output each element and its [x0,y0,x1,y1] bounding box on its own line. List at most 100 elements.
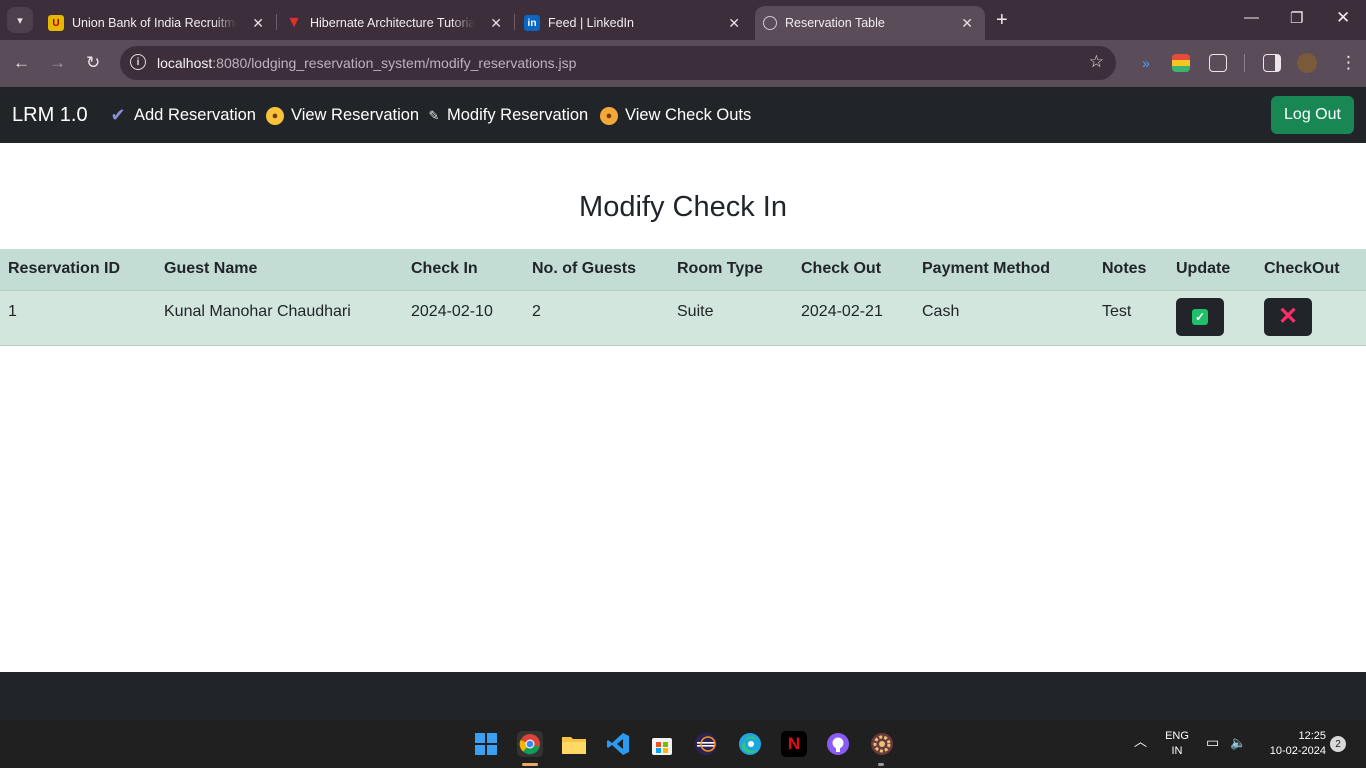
shushing-face-icon: ● [600,106,618,125]
extension-icon[interactable]: » [1137,54,1155,72]
nav-label: View Reservation [291,106,420,124]
toolbar-divider [1244,54,1245,72]
side-panel-icon[interactable] [1263,54,1281,72]
tab-title: Union Bank of India Recruitmen [72,16,237,30]
address-bar[interactable]: i localhost:8080/lodging_reservation_sys… [120,46,1116,80]
cell-guests: 2 [524,290,669,346]
new-tab-icon[interactable]: + [996,9,1008,32]
page-footer [0,672,1366,720]
browser-tab-linkedin[interactable]: in Feed | LinkedIn ✕ [524,6,752,40]
nav-add-reservation[interactable]: ✔ Add Reservation [109,105,256,125]
netflix-icon[interactable]: N [781,731,807,757]
tab-divider [276,14,277,30]
eclipse-icon[interactable] [693,731,719,757]
hibernate-favicon-icon: ▼ [286,14,302,31]
checkout-button[interactable]: ✕ [1264,297,1312,336]
color-extension-icon[interactable] [1172,54,1190,72]
browser-toolbar: ← → ↻ i localhost:8080/lodging_reservati… [0,40,1366,87]
cell-check-in: 2024-02-10 [403,290,524,346]
brand-logo[interactable]: LRM 1.0 [12,104,88,127]
close-tab-icon[interactable]: ✕ [252,15,264,32]
close-tab-icon[interactable]: ✕ [728,15,740,32]
cell-checkout: ✕ [1256,290,1366,346]
nav-label: View Check Outs [625,106,752,124]
forward-icon[interactable]: → [49,53,66,73]
github-icon[interactable] [825,731,851,757]
close-tab-icon[interactable]: ✕ [490,15,502,32]
clock-date: 10-02-2024 [1269,745,1326,757]
page-title: Modify Check In [579,191,787,223]
cell-guest-name: Kunal Manohar Chaudhari [156,290,403,346]
linkedin-favicon-icon: in [524,15,540,31]
browser-tab-reservation-table[interactable]: Reservation Table ✕ [755,6,985,40]
union-bank-favicon-icon: U [48,15,64,31]
nav-view-check-outs[interactable]: ● View Check Outs [600,106,751,125]
table-header-row: Reservation ID Guest Name Check In No. o… [0,249,1366,291]
file-explorer-icon[interactable] [561,731,587,757]
clock-time: 12:25 [1298,730,1326,742]
active-app-indicator [522,763,538,766]
table-row: 1 Kunal Manohar Chaudhari 2024-02-10 2 S… [0,290,1366,346]
tab-search-icon[interactable]: ▾ [7,7,33,33]
browser-menu-icon[interactable]: ⋮ [1340,53,1357,73]
browser-tab-hibernate[interactable]: ▼ Hibernate Architecture Tutorial ✕ [286,6,514,40]
edge-icon[interactable] [737,731,763,757]
profile-avatar[interactable] [1297,53,1317,73]
close-window-icon[interactable]: ✕ [1336,8,1350,28]
column-header: No. of Guests [524,249,669,291]
browser-tab-strip: ▾ U Union Bank of India Recruitmen ✕ ▼ H… [0,0,1366,40]
vscode-icon[interactable] [605,731,631,757]
cell-room-type: Suite [669,290,793,346]
app-navbar: LRM 1.0 ✔ Add Reservation ● View Reserva… [0,87,1366,143]
update-button[interactable]: ✓ [1176,297,1224,336]
open-app-indicator [878,763,884,766]
column-header: Check In [403,249,524,291]
logout-button[interactable]: Log Out [1271,96,1354,134]
cell-payment-method: Cash [914,290,1094,346]
reload-icon[interactable]: ↻ [86,53,100,73]
cell-notes: Test [1094,290,1168,346]
cell-reservation-id: 1 [0,290,156,346]
restore-icon[interactable]: ❐ [1290,9,1303,27]
nav-view-reservation[interactable]: ● View Reservation [266,106,419,125]
cross-mark-icon: ✕ [1277,302,1299,330]
tab-divider [514,14,515,30]
back-icon[interactable]: ← [13,53,30,73]
url-host: localhost [157,55,213,71]
tab-title: Feed | LinkedIn [548,16,634,30]
astonished-face-icon: ● [266,106,284,125]
check-box-icon: ✓ [1192,308,1208,325]
nav-label: Add Reservation [134,106,256,124]
browser-tab-union-bank[interactable]: U Union Bank of India Recruitmen ✕ [48,6,276,40]
extensions-puzzle-icon[interactable] [1209,54,1227,72]
column-header: Payment Method [914,249,1094,291]
cell-check-out: 2024-02-21 [793,290,914,346]
column-header: CheckOut [1256,249,1366,291]
windows-start-icon[interactable] [473,731,499,757]
minimize-icon[interactable]: — [1244,9,1259,26]
chrome-taskbar-icon[interactable] [517,731,543,757]
column-header: Reservation ID [0,249,156,291]
pencil-icon: ✎ [428,107,440,123]
close-tab-icon[interactable]: ✕ [961,15,973,32]
nav-modify-reservation[interactable]: ✎ Modify Reservation [427,106,589,125]
clock[interactable]: 12:25 10-02-2024 [1258,729,1326,759]
globe-favicon-icon [763,16,777,30]
tab-title: Reservation Table [785,16,885,30]
region-code: IN [1171,745,1183,757]
windows-taskbar: N ︿ ENG IN ▭ 🔈 12:25 10-02-2024 [0,720,1366,768]
site-info-icon[interactable]: i [130,54,146,70]
language-indicator[interactable]: ENG IN [1164,729,1190,759]
notification-badge[interactable]: 2 [1330,736,1346,752]
url-text[interactable]: localhost:8080/lodging_reservation_syste… [157,55,576,71]
url-path: :8080/lodging_reservation_system/modify_… [212,55,577,71]
column-header: Notes [1094,249,1168,291]
reservations-table: Reservation ID Guest Name Check In No. o… [0,249,1366,346]
column-header: Room Type [669,249,793,291]
bookmark-star-icon[interactable]: ☆ [1089,52,1104,72]
network-icon[interactable]: ▭ [1206,735,1219,750]
app-gear-icon[interactable] [869,731,895,757]
chevron-up-icon[interactable]: ︿ [1134,734,1147,749]
microsoft-store-icon[interactable] [649,731,675,757]
volume-icon[interactable]: 🔈 [1230,735,1246,750]
